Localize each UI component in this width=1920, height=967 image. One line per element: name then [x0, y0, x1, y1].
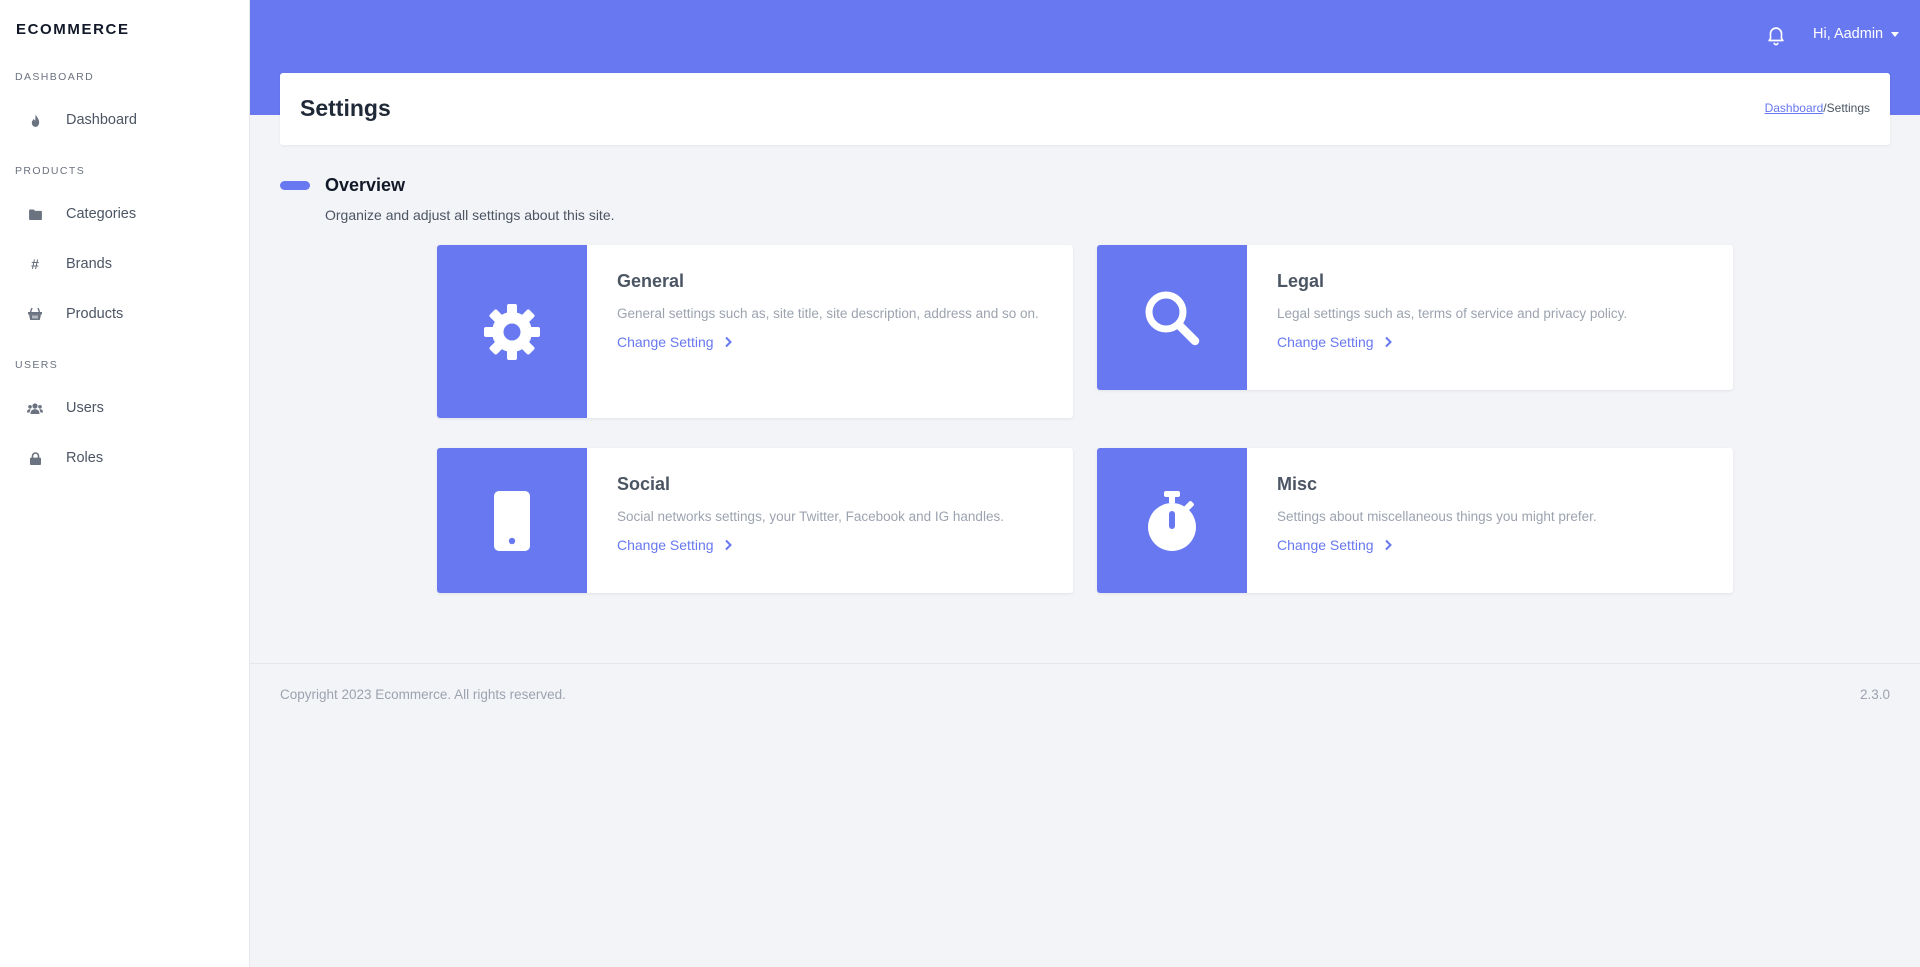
settings-card-legal: Legal Legal settings such as, terms of s…	[1097, 245, 1733, 390]
card-link-label: Change Setting	[617, 537, 714, 553]
card-link-label: Change Setting	[617, 334, 714, 350]
settings-card-misc: Misc Settings about miscellaneous things…	[1097, 448, 1733, 593]
footer-divider	[250, 663, 1920, 664]
chevron-right-icon	[724, 539, 732, 551]
change-setting-link-social[interactable]: Change Setting	[617, 537, 732, 553]
fire-icon	[27, 112, 43, 128]
sidebar: ECOMMERCE DASHBOARD Dashboard PRODUCTS C…	[0, 0, 250, 967]
sidebar-item-label: Categories	[66, 206, 137, 222]
card-description: Settings about miscellaneous things you …	[1277, 509, 1597, 524]
sidebar-item-roles[interactable]: Roles	[0, 438, 250, 478]
section-label-users: USERS	[15, 359, 59, 371]
card-description: Legal settings such as, terms of service…	[1277, 306, 1628, 321]
card-link-label: Change Setting	[1277, 334, 1374, 350]
overview-description: Organize and adjust all settings about t…	[325, 207, 615, 223]
sidebar-item-label: Brands	[66, 256, 112, 272]
page-header-card: Settings Dashboard/Settings	[280, 73, 1890, 145]
user-greeting: Hi, Aadmin	[1813, 26, 1884, 42]
settings-card-social: Social Social networks settings, your Tw…	[437, 448, 1073, 593]
basket-icon	[27, 306, 43, 322]
sidebar-item-label: Products	[66, 306, 124, 322]
caret-down-icon	[1891, 31, 1900, 37]
sidebar-item-label: Users	[66, 400, 104, 416]
card-description: General settings such as, site title, si…	[617, 306, 1039, 321]
card-title: Legal	[1277, 271, 1325, 291]
sidebar-item-label: Roles	[66, 450, 104, 466]
section-label-products: PRODUCTS	[15, 165, 86, 177]
gear-icon	[437, 245, 587, 418]
sidebar-item-brands[interactable]: # Brands	[0, 244, 250, 284]
sidebar-item-dashboard[interactable]: Dashboard	[0, 100, 250, 140]
users-icon	[27, 400, 43, 416]
section-label-dashboard: DASHBOARD	[15, 71, 95, 83]
settings-card-general: General General settings such as, site t…	[437, 245, 1073, 418]
user-menu[interactable]: Hi, Aadmin	[1813, 26, 1900, 42]
sidebar-item-categories[interactable]: Categories	[0, 194, 250, 234]
footer-copyright: Copyright 2023 Ecommerce. All rights res…	[280, 687, 566, 702]
lock-icon	[27, 450, 43, 466]
mobile-icon	[437, 448, 587, 593]
breadcrumb-current: Settings	[1826, 101, 1870, 115]
change-setting-link-misc[interactable]: Change Setting	[1277, 537, 1392, 553]
hashtag-icon: #	[31, 256, 39, 272]
sidebar-item-products[interactable]: Products	[0, 294, 250, 334]
overview-accent-bar	[280, 181, 310, 190]
card-title: Misc	[1277, 474, 1318, 494]
breadcrumb-link-dashboard[interactable]: Dashboard	[1765, 101, 1824, 115]
bell-icon[interactable]	[1765, 24, 1787, 46]
breadcrumb: Dashboard/Settings	[1765, 101, 1870, 115]
card-link-label: Change Setting	[1277, 537, 1374, 553]
chevron-right-icon	[1384, 539, 1392, 551]
change-setting-link-general[interactable]: Change Setting	[617, 334, 732, 350]
sidebar-item-users[interactable]: Users	[0, 388, 250, 428]
stopwatch-icon	[1097, 448, 1247, 593]
page-title: Settings	[300, 95, 391, 121]
card-title: General	[617, 271, 685, 291]
chevron-right-icon	[724, 336, 732, 348]
footer-version: 2.3.0	[1859, 687, 1890, 702]
sidebar-item-label: Dashboard	[66, 112, 137, 128]
card-description: Social networks settings, your Twitter, …	[617, 509, 1004, 524]
search-icon	[1097, 245, 1247, 390]
change-setting-link-legal[interactable]: Change Setting	[1277, 334, 1392, 350]
chevron-right-icon	[1384, 336, 1392, 348]
brand-logo[interactable]: ECOMMERCE	[16, 21, 130, 38]
card-title: Social	[617, 474, 671, 494]
overview-title: Overview	[325, 175, 406, 195]
folder-icon	[27, 206, 43, 222]
